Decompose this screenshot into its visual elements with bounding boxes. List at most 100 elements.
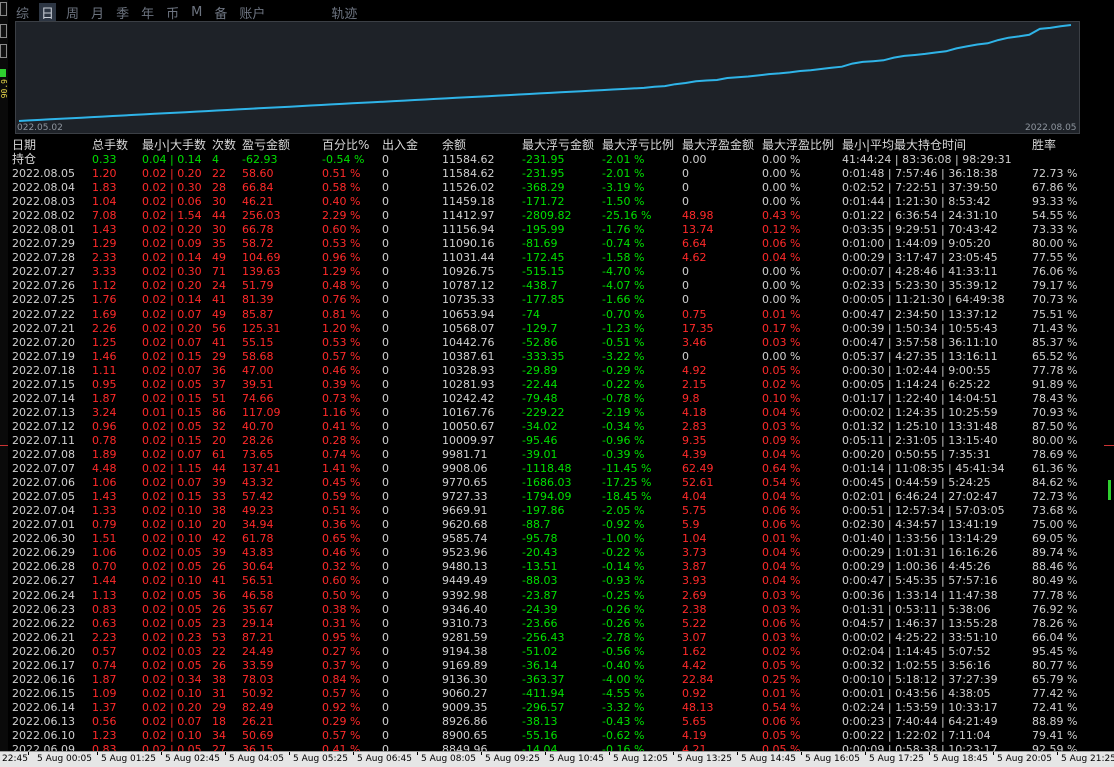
table-header-cell: 百分比% bbox=[322, 138, 370, 152]
table-row-cell: -2.05 % bbox=[602, 504, 645, 518]
table-row-cell: -0.22 % bbox=[602, 377, 645, 391]
table-row-cell: 0.05 % bbox=[762, 658, 801, 672]
table-row-cell: 43.83 bbox=[242, 546, 274, 560]
table-row-cell: 11156.94 bbox=[442, 223, 495, 237]
table-row-cell: 0.05 % bbox=[762, 729, 801, 742]
table-row-cell: 4.62 bbox=[682, 251, 707, 265]
table-row-cell: 10328.93 bbox=[442, 363, 495, 377]
table-row-cell: 0:00:29 | 1:01:31 | 16:16:26 bbox=[842, 546, 998, 560]
table-row-cell: -3.19 % bbox=[602, 181, 645, 195]
table-row-cell: 76.06 % bbox=[1032, 265, 1078, 279]
table-row-cell: 17.35 bbox=[682, 321, 714, 335]
table-row-cell: 39 bbox=[212, 476, 226, 490]
table-row-cell: 0:00:36 | 1:33:14 | 11:47:38 bbox=[842, 588, 998, 602]
table-row-cell: 0 bbox=[382, 658, 389, 672]
table-row-cell: -368.29 bbox=[522, 181, 565, 195]
table-row-cell: 139.63 bbox=[242, 265, 281, 279]
table-row-cell: 0.25 % bbox=[762, 672, 801, 686]
tab-7[interactable]: M bbox=[189, 5, 204, 20]
table-row-cell: 87.50 % bbox=[1032, 419, 1078, 433]
table-row-cell: -0.70 % bbox=[602, 307, 645, 321]
table-row-cell: -333.35 bbox=[522, 349, 565, 363]
table-row-cell: 0 bbox=[382, 686, 389, 700]
table-row-cell: 61.36 % bbox=[1032, 462, 1078, 476]
table-row-cell: 41 bbox=[212, 293, 226, 307]
table-row-cell: 0.02 | 0.15 bbox=[142, 490, 202, 504]
table-row-cell: 74.66 bbox=[242, 391, 274, 405]
table-row-cell: 0 bbox=[382, 518, 389, 532]
tab-6[interactable]: 币 bbox=[164, 3, 181, 22]
holding-row-cell: -62.93 bbox=[242, 153, 278, 166]
time-axis-tick bbox=[225, 752, 226, 755]
table-row-cell: 3.07 bbox=[682, 630, 707, 644]
table-row-cell: 3.93 bbox=[682, 574, 707, 588]
table-row-cell: 0.63 bbox=[92, 616, 117, 630]
toolbar-toggle-icon[interactable] bbox=[0, 2, 7, 16]
time-axis-label: 5 Aug 02:45 bbox=[165, 754, 220, 764]
table-row-cell: -4.70 % bbox=[602, 265, 645, 279]
table-row-cell: 1.20 bbox=[92, 167, 117, 180]
table-row-cell: 0.48 % bbox=[322, 279, 361, 293]
table-row-cell: 77.55 % bbox=[1032, 251, 1078, 265]
table-row-cell: -0.62 % bbox=[602, 729, 645, 742]
table-row-cell: 0.02 | 0.10 bbox=[142, 518, 202, 532]
table-row-cell: 50.69 bbox=[242, 729, 274, 742]
tab-4[interactable]: 季 bbox=[114, 3, 131, 22]
table-row-cell: 24.49 bbox=[242, 644, 274, 658]
table-row-cell: 78.26 % bbox=[1032, 616, 1078, 630]
table-row-cell: 46.21 bbox=[242, 195, 274, 209]
table-header-cell: 最大浮盈比例 bbox=[762, 138, 835, 152]
holding-row-cell: 0.04 | 0.14 bbox=[142, 153, 202, 166]
table-row-cell: 0.02 | 0.10 bbox=[142, 686, 202, 700]
tab-8[interactable]: 备 bbox=[212, 3, 229, 22]
tab-1[interactable]: 日 bbox=[39, 2, 57, 22]
table-row-cell: -0.56 % bbox=[602, 644, 645, 658]
chart-x-end-label: 2022.08.05 bbox=[1024, 123, 1078, 133]
time-axis-tick bbox=[97, 752, 98, 755]
table-row-cell: 0.57 % bbox=[322, 729, 361, 742]
toolbar-toggle-icon[interactable] bbox=[0, 44, 7, 58]
tab-2[interactable]: 周 bbox=[64, 3, 81, 22]
table-row-cell: -0.25 % bbox=[602, 588, 645, 602]
holding-row-cell: -231.95 bbox=[522, 153, 565, 166]
holding-row-cell: 0 bbox=[382, 153, 389, 166]
table-row-cell: -0.43 % bbox=[602, 714, 645, 728]
holding-row-cell: 0.00 bbox=[682, 153, 707, 166]
table-row-cell: 0:00:20 | 0:50:55 | 7:35:31 bbox=[842, 448, 991, 461]
tab-3[interactable]: 月 bbox=[89, 3, 106, 22]
scroll-indicator[interactable] bbox=[1108, 480, 1111, 500]
table-row-cell: 30 bbox=[212, 223, 226, 237]
time-axis-tick bbox=[417, 752, 418, 755]
tab-10[interactable]: 轨迹 bbox=[329, 3, 359, 22]
table-row-cell: 0 bbox=[382, 349, 389, 363]
table-row-cell: -4.55 % bbox=[602, 686, 645, 700]
table-row-cell: 9392.98 bbox=[442, 588, 488, 602]
table-row-cell: 1.62 bbox=[682, 644, 707, 658]
table-row-cell: -197.86 bbox=[522, 504, 565, 518]
table-row-cell: 1.89 bbox=[92, 448, 117, 461]
table-row-cell: 0.51 % bbox=[322, 504, 361, 518]
time-axis-label: 5 Aug 10:45 bbox=[549, 754, 604, 764]
table-row-cell: 2022.07.26 bbox=[12, 279, 75, 293]
table-row-cell: 28 bbox=[212, 181, 226, 195]
table-row-cell: 2022.07.12 bbox=[12, 419, 75, 433]
table-row-cell: -2.01 % bbox=[602, 167, 645, 180]
table-row: 2022.06.27 1.44 0.02 | 0.10 41 56.51 0.60 % 0 9… bbox=[12, 574, 1102, 587]
table-row-cell: 2022.08.05 bbox=[12, 167, 75, 180]
table-row-cell: 0:01:40 | 1:33:56 | 13:14:29 bbox=[842, 532, 998, 546]
toolbar-toggle-icon[interactable] bbox=[0, 24, 7, 38]
tab-9[interactable]: 账户 bbox=[237, 3, 267, 22]
table-row-cell: 2022.07.04 bbox=[12, 504, 75, 518]
table-row-cell: 4.92 bbox=[682, 363, 707, 377]
table-row-cell: 0.02 | 0.05 bbox=[142, 419, 202, 433]
table-row-cell: 0.02 | 0.14 bbox=[142, 293, 202, 307]
table-row-cell: 2022.06.27 bbox=[12, 574, 75, 588]
table-row-cell: 41 bbox=[212, 335, 226, 349]
table-row-cell: 0:05:37 | 4:27:35 | 13:16:11 bbox=[842, 349, 998, 363]
tab-0[interactable]: 综 bbox=[14, 3, 31, 22]
tab-5[interactable]: 年 bbox=[139, 3, 156, 22]
table-row-cell: 0 bbox=[382, 391, 389, 405]
table-row-cell: 78.69 % bbox=[1032, 448, 1078, 461]
table-row-cell: 0.59 % bbox=[322, 490, 361, 504]
table-row-cell: 2.26 bbox=[92, 321, 117, 335]
